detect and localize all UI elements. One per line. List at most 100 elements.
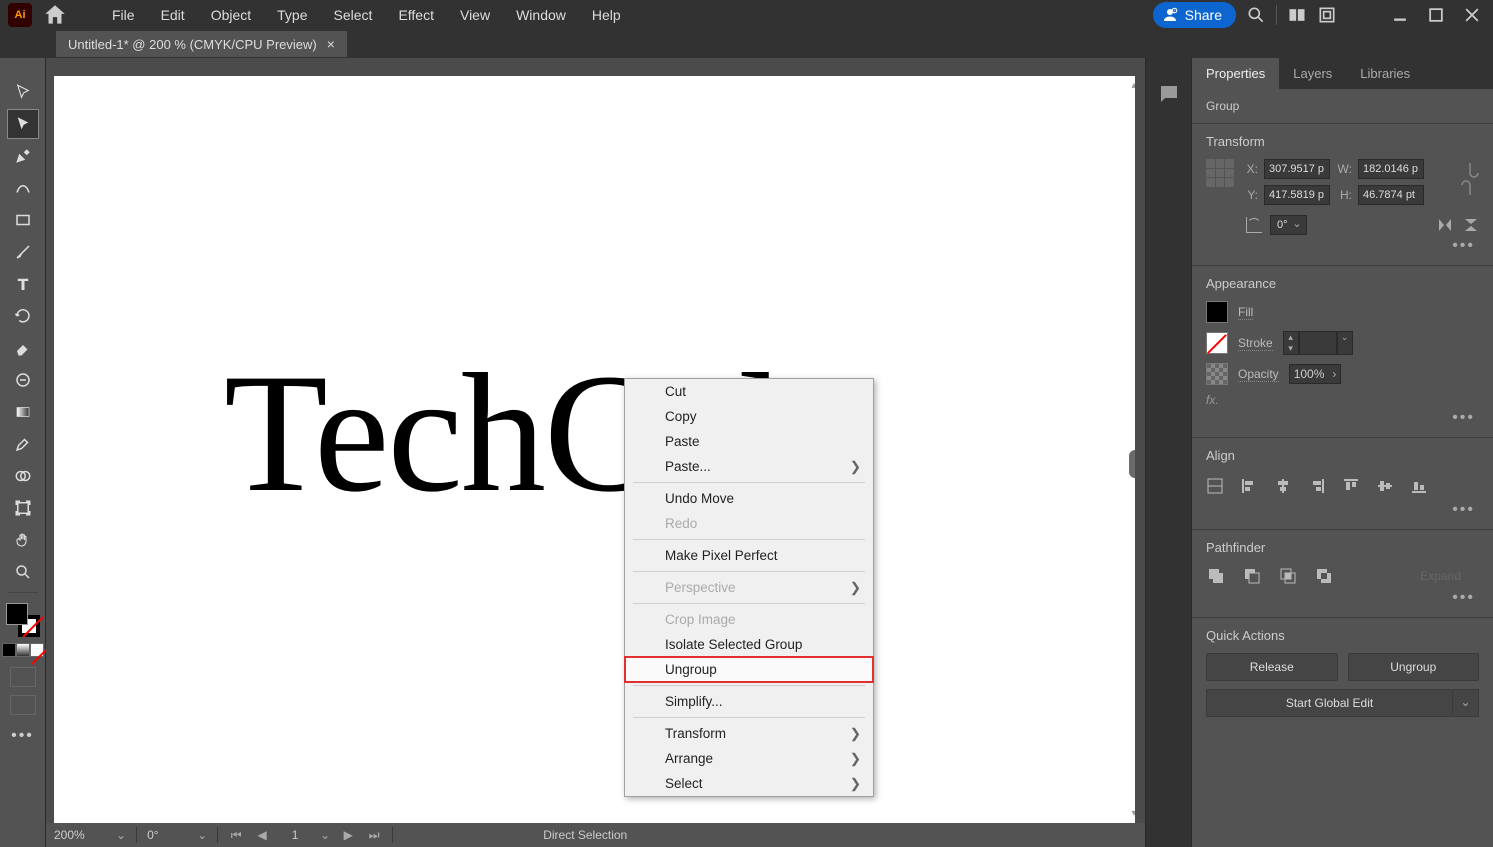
zoom-dropdown-icon[interactable]: ⌄ bbox=[116, 828, 126, 842]
document-tab[interactable]: Untitled-1* @ 200 % (CMYK/CPU Preview) × bbox=[56, 31, 347, 57]
context-menu-item-copy[interactable]: Copy bbox=[625, 404, 873, 429]
fill-swatch[interactable] bbox=[6, 603, 28, 625]
tab-layers[interactable]: Layers bbox=[1279, 58, 1346, 89]
more-tools-icon[interactable]: ••• bbox=[11, 727, 34, 745]
reference-point-grid[interactable] bbox=[1206, 159, 1234, 187]
search-icon[interactable] bbox=[1246, 5, 1266, 25]
maximize-icon[interactable] bbox=[1429, 8, 1443, 22]
color-mode-toggle[interactable] bbox=[2, 643, 44, 657]
fill-label[interactable]: Fill bbox=[1238, 305, 1253, 320]
x-input[interactable] bbox=[1264, 159, 1330, 179]
align-to-icon[interactable] bbox=[1206, 477, 1224, 495]
scroll-down-icon[interactable]: ▾ bbox=[1129, 808, 1135, 819]
home-icon[interactable] bbox=[42, 2, 68, 28]
context-menu-item-simplify[interactable]: Simplify... bbox=[625, 689, 873, 714]
rotate-tool[interactable] bbox=[8, 302, 38, 330]
width-tool[interactable] bbox=[8, 366, 38, 394]
align-more-icon[interactable]: ••• bbox=[1206, 499, 1479, 519]
align-hcenter-icon[interactable] bbox=[1274, 477, 1292, 495]
stroke-color-swatch[interactable] bbox=[1206, 332, 1228, 354]
fx-button[interactable]: fx. bbox=[1206, 393, 1479, 407]
context-menu-item-cut[interactable]: Cut bbox=[625, 379, 873, 404]
start-global-edit-button[interactable]: Start Global Edit bbox=[1206, 689, 1453, 717]
release-button[interactable]: Release bbox=[1206, 653, 1338, 681]
align-vcenter-icon[interactable] bbox=[1376, 477, 1394, 495]
context-menu-item-paste[interactable]: Paste bbox=[625, 429, 873, 454]
context-menu-item-make-pixel-perfect[interactable]: Make Pixel Perfect bbox=[625, 543, 873, 568]
fill-color-swatch[interactable] bbox=[1206, 301, 1228, 323]
flip-horizontal-icon[interactable] bbox=[1437, 217, 1453, 233]
prev-artboard-icon[interactable]: ◀ bbox=[254, 828, 270, 842]
tab-libraries[interactable]: Libraries bbox=[1346, 58, 1424, 89]
stroke-weight-input[interactable]: ▴▾⌄ bbox=[1283, 331, 1353, 355]
context-menu-item-isolate-selected-group[interactable]: Isolate Selected Group bbox=[625, 632, 873, 657]
next-artboard-icon[interactable]: ▶ bbox=[340, 828, 356, 842]
minus-front-icon[interactable] bbox=[1242, 566, 1262, 586]
tab-properties[interactable]: Properties bbox=[1192, 58, 1279, 89]
direct-selection-tool[interactable] bbox=[8, 110, 38, 138]
scroll-up-icon[interactable]: ▴ bbox=[1129, 80, 1135, 91]
hand-tool[interactable] bbox=[8, 526, 38, 554]
flip-vertical-icon[interactable] bbox=[1463, 217, 1479, 233]
paintbrush-tool[interactable] bbox=[8, 238, 38, 266]
w-input[interactable] bbox=[1358, 159, 1424, 179]
share-button[interactable]: + Share bbox=[1153, 2, 1236, 28]
context-menu-item-transform[interactable]: Transform❯ bbox=[625, 721, 873, 746]
pathfinder-more-icon[interactable]: ••• bbox=[1206, 587, 1479, 607]
color-mode-solid[interactable] bbox=[2, 643, 16, 657]
shape-builder-tool[interactable] bbox=[8, 462, 38, 490]
rectangle-tool[interactable] bbox=[8, 206, 38, 234]
menu-window[interactable]: Window bbox=[504, 3, 578, 27]
transform-more-icon[interactable]: ••• bbox=[1206, 235, 1479, 255]
constrain-proportions-icon[interactable] bbox=[1461, 159, 1479, 199]
menu-effect[interactable]: Effect bbox=[386, 3, 446, 27]
opacity-label[interactable]: Opacity bbox=[1238, 367, 1279, 382]
ungroup-button[interactable]: Ungroup bbox=[1348, 653, 1480, 681]
color-mode-gradient[interactable] bbox=[16, 643, 30, 657]
global-edit-dropdown-icon[interactable]: ⌄ bbox=[1453, 689, 1479, 717]
rotation-combo[interactable]: 0° bbox=[1270, 215, 1307, 235]
draw-mode-toggle[interactable] bbox=[10, 667, 36, 687]
align-right-icon[interactable] bbox=[1308, 477, 1326, 495]
menu-view[interactable]: View bbox=[448, 3, 502, 27]
color-mode-none[interactable] bbox=[30, 643, 44, 657]
scrollbar-thumb[interactable] bbox=[1129, 450, 1135, 478]
opacity-input[interactable]: 100%› bbox=[1289, 364, 1342, 384]
gradient-tool[interactable] bbox=[8, 398, 38, 426]
menu-select[interactable]: Select bbox=[322, 3, 385, 27]
artboard-num-dropdown[interactable]: ⌄ bbox=[320, 828, 330, 842]
zoom-input[interactable] bbox=[54, 828, 106, 842]
align-left-icon[interactable] bbox=[1240, 477, 1258, 495]
menu-file[interactable]: File bbox=[100, 3, 147, 27]
stroke-label[interactable]: Stroke bbox=[1238, 336, 1273, 351]
minimize-icon[interactable] bbox=[1393, 8, 1407, 22]
intersect-icon[interactable] bbox=[1278, 566, 1298, 586]
close-tab-icon[interactable]: × bbox=[327, 36, 335, 52]
close-window-icon[interactable] bbox=[1465, 8, 1479, 22]
screen-mode-toggle[interactable] bbox=[10, 695, 36, 715]
menu-object[interactable]: Object bbox=[199, 3, 263, 27]
artboard-tool[interactable] bbox=[8, 494, 38, 522]
h-input[interactable] bbox=[1358, 185, 1424, 205]
workspace-icon[interactable] bbox=[1317, 5, 1337, 25]
selection-tool[interactable] bbox=[8, 78, 38, 106]
menu-help[interactable]: Help bbox=[580, 3, 633, 27]
y-input[interactable] bbox=[1264, 185, 1330, 205]
rotation-dropdown-icon[interactable]: ⌄ bbox=[197, 828, 207, 842]
comments-icon[interactable] bbox=[1157, 82, 1181, 106]
context-menu-item-select[interactable]: Select❯ bbox=[625, 771, 873, 796]
artboard-number-input[interactable] bbox=[280, 828, 310, 842]
pen-tool[interactable] bbox=[8, 142, 38, 170]
context-menu-item-arrange[interactable]: Arrange❯ bbox=[625, 746, 873, 771]
zoom-tool[interactable] bbox=[8, 558, 38, 586]
unite-icon[interactable] bbox=[1206, 566, 1226, 586]
align-bottom-icon[interactable] bbox=[1410, 477, 1428, 495]
align-top-icon[interactable] bbox=[1342, 477, 1360, 495]
exclude-icon[interactable] bbox=[1314, 566, 1334, 586]
context-menu-item-paste[interactable]: Paste...❯ bbox=[625, 454, 873, 479]
last-artboard-icon[interactable]: ⏭ bbox=[366, 828, 382, 843]
menu-edit[interactable]: Edit bbox=[149, 3, 197, 27]
context-menu-item-ungroup[interactable]: Ungroup bbox=[625, 657, 873, 682]
appearance-more-icon[interactable]: ••• bbox=[1206, 407, 1479, 427]
arrange-panels-icon[interactable] bbox=[1287, 5, 1307, 25]
